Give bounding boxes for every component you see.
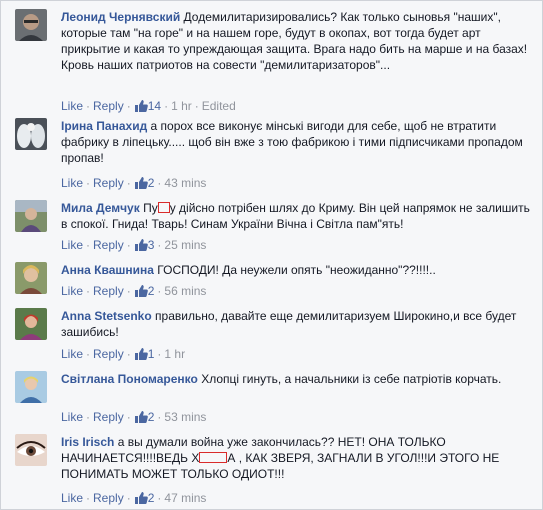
censor-box xyxy=(157,202,170,213)
timestamp[interactable]: 1 hr xyxy=(164,347,185,361)
avatar[interactable] xyxy=(15,371,47,403)
thumbs-up-icon xyxy=(134,176,148,193)
comment-author[interactable]: Anna Stetsenko xyxy=(61,309,152,323)
like-button[interactable]: Like xyxy=(61,99,83,113)
separator: · xyxy=(157,284,162,298)
separator: · xyxy=(86,176,91,190)
separator: · xyxy=(86,410,91,424)
separator: · xyxy=(86,347,91,361)
comment-body: Анна Квашнина ГОСПОДИ! Да неужели опять … xyxy=(61,262,532,278)
separator: · xyxy=(157,176,162,190)
separator: · xyxy=(126,491,131,505)
timestamp[interactable]: 1 hr xyxy=(171,99,192,113)
separator: · xyxy=(126,410,131,424)
like-count-value: 14 xyxy=(147,99,162,113)
timestamp[interactable]: 43 mins xyxy=(164,176,206,190)
like-button[interactable]: Like xyxy=(61,410,83,424)
separator: · xyxy=(86,491,91,505)
separator: · xyxy=(126,347,131,361)
avatar[interactable] xyxy=(15,200,47,232)
comment-actions: Like · Reply · 1 · 1 hr xyxy=(61,346,185,362)
reply-button[interactable]: Reply xyxy=(93,410,124,424)
thumbs-up-icon xyxy=(134,284,148,301)
comment-author[interactable]: Iris Irisch xyxy=(61,435,114,449)
separator: · xyxy=(126,238,131,252)
like-count[interactable]: 2 xyxy=(134,410,154,427)
reply-button[interactable]: Reply xyxy=(93,176,124,190)
separator: · xyxy=(157,410,162,424)
avatar[interactable] xyxy=(15,308,47,340)
separator: · xyxy=(157,238,162,252)
like-button[interactable]: Like xyxy=(61,284,83,298)
avatar[interactable] xyxy=(15,118,47,150)
separator: · xyxy=(157,347,162,361)
like-count[interactable]: 1 xyxy=(134,347,154,364)
separator: · xyxy=(126,176,131,190)
comment-body: Anna Stetsenko правильно, давайте еще де… xyxy=(61,308,532,340)
timestamp[interactable]: 53 mins xyxy=(164,410,206,424)
like-button[interactable]: Like xyxy=(61,176,83,190)
like-button[interactable]: Like xyxy=(61,491,83,505)
separator: · xyxy=(164,99,169,113)
comment-author[interactable]: Ірина Панахид xyxy=(61,119,147,133)
separator: · xyxy=(194,99,199,113)
comment-body: Iris Irisch а вы думали война уже законч… xyxy=(61,434,532,482)
comment-actions: Like · Reply · 3 · 25 mins xyxy=(61,237,206,253)
like-count[interactable]: 2 xyxy=(134,491,154,508)
comment-actions: Like · Reply · 2 · 56 mins xyxy=(61,283,206,299)
edited-label[interactable]: Edited xyxy=(202,99,236,113)
like-count[interactable]: 3 xyxy=(134,238,154,255)
comment-author[interactable]: Світлана Пономаренко xyxy=(61,372,198,386)
comment-text: а вы думали война уже закончилась?? НЕТ!… xyxy=(61,435,499,481)
thumbs-up-icon xyxy=(134,347,148,364)
comment-actions: Like · Reply · 2 · 43 mins xyxy=(61,175,206,191)
comment-text: ГОСПОДИ! Да неужели опять "неожиданно"??… xyxy=(157,263,436,277)
comment-body: Світлана Пономаренко Хлопці гинуть, а на… xyxy=(61,371,532,387)
thumbs-up-icon xyxy=(134,99,148,116)
comment-actions: Like · Reply · 14 · 1 hr · Edited xyxy=(61,98,236,114)
separator: · xyxy=(86,99,91,113)
comment-actions: Like · Reply · 2 · 53 mins xyxy=(61,409,206,425)
timestamp[interactable]: 47 mins xyxy=(164,491,206,505)
comment-body: Мила Демчук Пу у дійсно потрібен шлях до … xyxy=(61,200,532,232)
thumbs-up-icon xyxy=(134,491,148,508)
separator: · xyxy=(86,284,91,298)
timestamp[interactable]: 25 mins xyxy=(164,238,206,252)
censor-box xyxy=(199,452,228,463)
reply-button[interactable]: Reply xyxy=(93,491,124,505)
like-count[interactable]: 2 xyxy=(134,176,154,193)
avatar[interactable] xyxy=(15,9,47,41)
separator: · xyxy=(86,238,91,252)
avatar[interactable] xyxy=(15,434,47,466)
like-count[interactable]: 2 xyxy=(134,284,154,301)
comment-author[interactable]: Анна Квашнина xyxy=(61,263,154,277)
avatar[interactable] xyxy=(15,262,47,294)
comment-body: Ірина Панахид а порох все виконує мінськ… xyxy=(61,118,532,166)
like-count[interactable]: 14 xyxy=(134,99,161,113)
comment-author[interactable]: Леонид Чернявский xyxy=(61,10,180,24)
reply-button[interactable]: Reply xyxy=(93,347,124,361)
separator: · xyxy=(157,491,162,505)
thumbs-up-icon xyxy=(134,410,148,427)
comments-panel: Леонид Чернявский Додемилитаризировались… xyxy=(0,0,543,510)
comment-actions: Like · Reply · 2 · 47 mins xyxy=(61,490,206,506)
reply-button[interactable]: Reply xyxy=(93,238,124,252)
thumbs-up-icon xyxy=(134,238,148,255)
comment-body: Леонид Чернявский Додемилитаризировались… xyxy=(61,9,532,73)
comment-text: Хлопці гинуть, а начальники із себе патр… xyxy=(201,372,502,386)
separator: · xyxy=(126,284,131,298)
comment-text-part: Пу xyxy=(143,201,158,215)
like-button[interactable]: Like xyxy=(61,238,83,252)
like-button[interactable]: Like xyxy=(61,347,83,361)
separator: · xyxy=(126,99,131,113)
timestamp[interactable]: 56 mins xyxy=(164,284,206,298)
reply-button[interactable]: Reply xyxy=(93,284,124,298)
reply-button[interactable]: Reply xyxy=(93,99,124,113)
comment-author[interactable]: Мила Демчук xyxy=(61,201,140,215)
